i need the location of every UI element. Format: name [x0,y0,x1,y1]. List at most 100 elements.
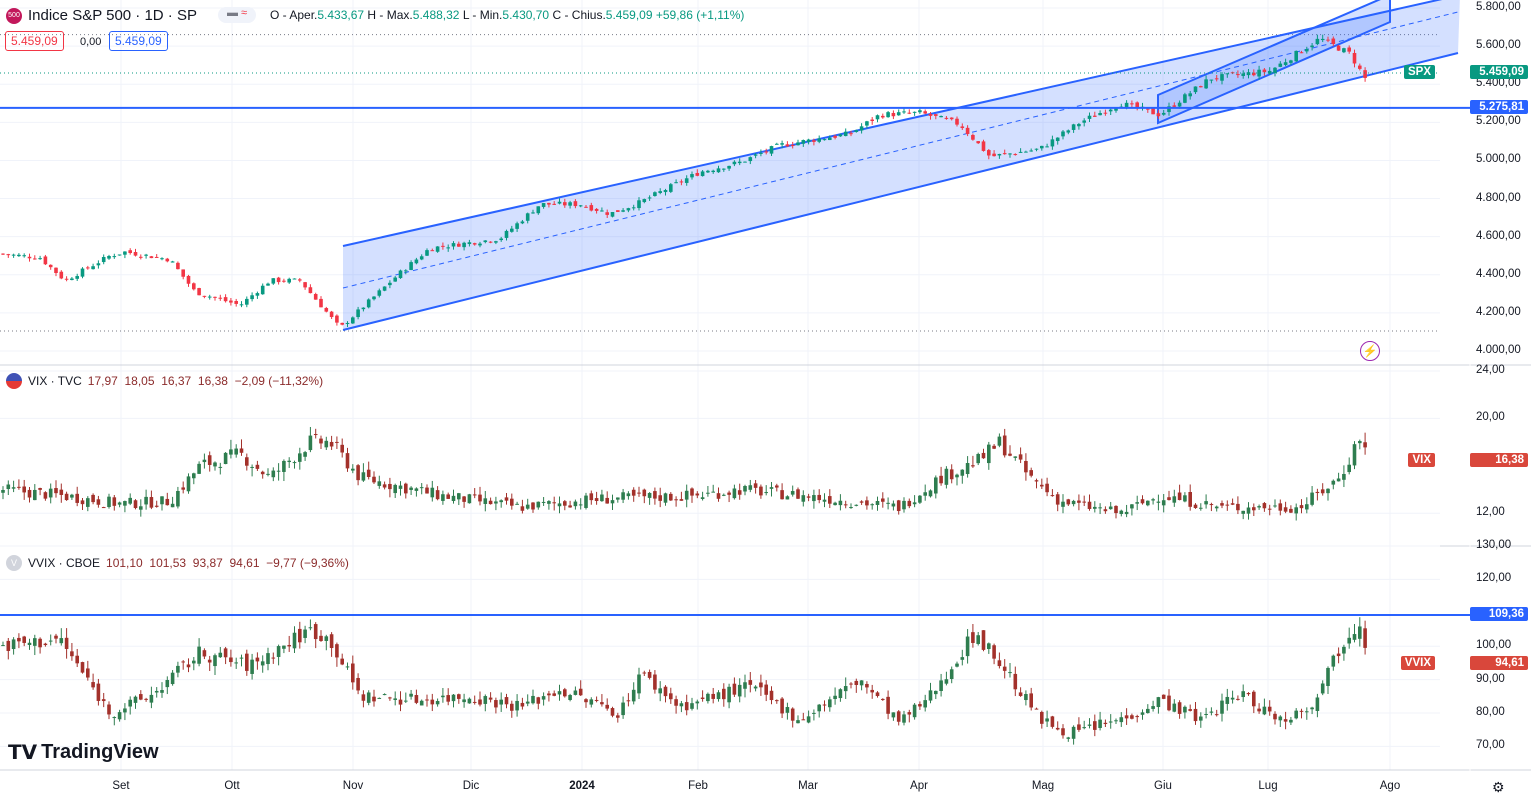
y-tick-label: 20,00 [1476,411,1505,424]
visibility-toggle-icon[interactable]: ▬ ≈ [218,7,256,23]
buy-button[interactable]: 5.459,09 [109,31,168,51]
candle [944,466,949,489]
channel-lower-line[interactable] [342,52,1459,331]
candle [282,278,286,283]
candle [388,696,392,701]
candle [1220,693,1224,722]
candle [404,692,408,703]
lightning-alert-icon[interactable]: ⚡ [1360,341,1380,361]
candle [165,492,170,506]
candle [557,496,562,514]
candle [923,484,927,501]
settings-gear-icon[interactable]: ⚙ [1492,779,1505,796]
sell-button[interactable]: 5.459,09 [5,31,64,51]
candle [796,487,800,500]
candle [11,253,16,258]
candle [38,487,42,496]
candle [563,687,567,698]
candle [1331,654,1336,671]
candle [1066,736,1071,742]
candle [1151,497,1155,505]
candle [631,487,636,502]
x-tick-label: Ott [224,780,240,792]
candle [11,480,16,493]
candle [695,491,700,499]
vix-legend[interactable]: VIX · TVC 17,97 18,05 16,37 16,38 −2,09 … [6,373,323,389]
candle [1135,714,1139,723]
candle [1103,719,1108,728]
chart-canvas[interactable] [0,0,1531,803]
y-tick-label: 80,00 [1476,706,1505,718]
candle [1135,495,1139,511]
candle [1055,721,1060,731]
candle [133,695,138,709]
y-tick-label: 4.800,00 [1476,191,1521,204]
candle [22,253,26,258]
candle [949,666,954,684]
candle [1283,711,1288,730]
tradingview-logo[interactable]: 𝗧𝗩 TradingView [8,740,159,765]
candle [176,261,180,270]
candle [1257,504,1261,510]
candle [192,657,196,671]
y-tick-label: 5.000,00 [1476,153,1521,166]
candle [112,253,117,259]
candle [854,504,859,507]
candle [833,501,837,506]
spread-value: 0,00 [80,36,102,48]
candle [865,681,869,694]
candle [292,460,297,469]
symbol-header[interactable]: 500 Indice S&P 500 · 1D · SP [6,7,197,24]
candle [451,489,456,504]
candle [414,689,419,705]
candle [525,498,530,510]
candle [250,292,254,302]
candle [430,480,435,502]
candle [621,696,625,719]
candle [1130,713,1134,720]
last-price-tag: 16,38 [1470,453,1528,468]
candle [753,480,758,494]
candle [33,484,37,501]
candle [260,283,265,295]
candle [817,703,821,718]
candle [801,712,806,721]
candle [139,690,143,701]
candle [1029,467,1033,478]
candle [1342,465,1346,488]
candle [764,485,768,496]
candle [775,483,779,492]
candle [223,294,228,303]
candle [425,484,429,494]
candle [706,692,710,704]
candle [170,670,175,686]
candle [775,142,779,145]
candle [547,690,551,702]
candle [324,634,329,651]
y-tick-label: 5.200,00 [1476,115,1521,128]
hline-price-tag: 109,36 [1470,606,1528,621]
candle [398,269,403,279]
candle [616,210,620,213]
candle [250,653,254,680]
candle [202,648,207,660]
candle [1283,501,1288,514]
candle [218,294,223,301]
candle [1241,510,1245,520]
candle [812,709,816,721]
candle [154,687,159,698]
candle [218,646,223,658]
candle [828,696,832,712]
candle [499,499,503,508]
candle [626,693,631,707]
candle [33,255,37,260]
y-tick-label: 4.200,00 [1476,305,1521,318]
candle [59,628,64,646]
candle [266,647,270,671]
candle [780,483,784,500]
candle [197,638,201,667]
candle [160,257,164,261]
candle [790,707,795,728]
vvix-legend[interactable]: V VVIX · CBOE 101,10 101,53 93,87 94,61 … [6,555,349,571]
candle [1358,439,1362,450]
